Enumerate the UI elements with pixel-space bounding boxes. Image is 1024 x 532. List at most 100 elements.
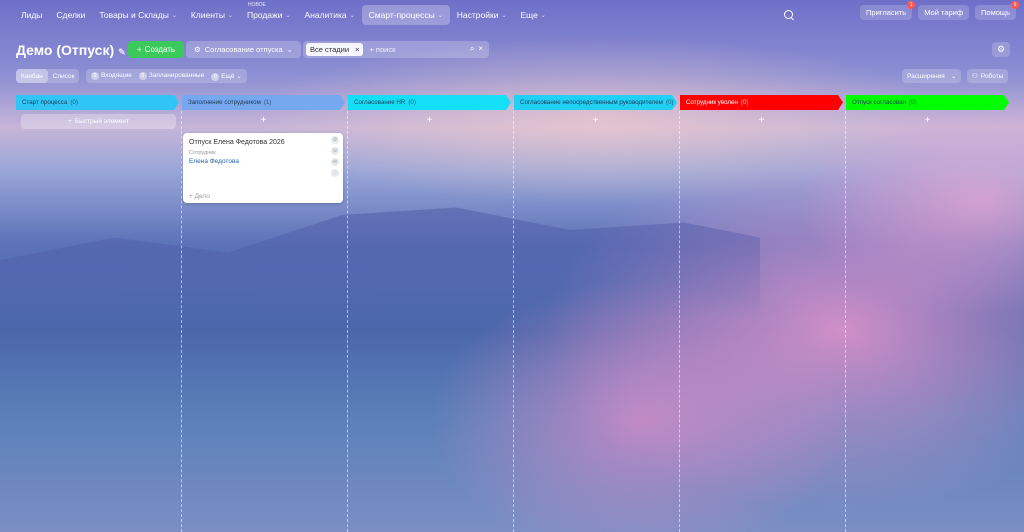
quick-add-label: Быстрый элемент	[74, 118, 129, 125]
add-activity-button[interactable]: + Дело	[189, 193, 210, 200]
column-header[interactable]: Заполнение сотрудником (1)	[182, 95, 345, 110]
column-count: (0)	[408, 99, 416, 106]
search-icon[interactable]	[784, 10, 793, 19]
more-label: Ещё	[221, 72, 235, 80]
kanban-column: Согласование HR (0) +	[348, 95, 514, 532]
extensions-button[interactable]: Расширения ⌄	[902, 69, 962, 83]
column-count: (0)	[740, 99, 749, 106]
column-title: Старт процесса	[22, 99, 68, 106]
create-label: Создать	[144, 45, 176, 54]
new-badge: НОВОЕ	[247, 2, 266, 8]
kanban-card[interactable]: Отпуск Елена Федотова 2026 Сотрудник Елена…	[183, 133, 343, 203]
view-switcher: Канбан Список	[16, 69, 80, 83]
counter-filters: 0 Входящие 0 Запланированные 0 Ещё ⌄	[86, 69, 247, 83]
kanban-column: Согласование непосредственным руководите…	[514, 95, 680, 532]
add-item-icon[interactable]: +	[182, 115, 345, 126]
incoming-label: Входящие	[101, 72, 132, 79]
kanban-column: Сотрудник уволен (0) +	[680, 95, 846, 532]
column-count: (0)	[909, 99, 917, 106]
robots-button[interactable]: ⚇ Роботы	[967, 69, 1009, 83]
extensions-label: Расширения	[907, 72, 945, 80]
add-item-icon[interactable]: +	[514, 115, 677, 126]
nav-item-label: Продажи	[246, 10, 283, 20]
add-item-icon[interactable]: +	[348, 115, 511, 126]
kanban-column: Отпуск согласован (0) +	[846, 95, 1012, 532]
nav-item-label: Настройки	[456, 10, 499, 20]
nav-item-2[interactable]: Товары и Склады ⌄	[92, 5, 183, 25]
column-count: (0)	[70, 99, 78, 106]
mail-icon[interactable]: ✉	[331, 158, 339, 166]
clear-icon[interactable]: ×	[478, 44, 483, 54]
nav-item-label: Смарт-процессы	[368, 10, 435, 20]
chevron-down-icon: ⌄	[950, 73, 957, 80]
filter-search-box[interactable]: Все стадии × + поиск ⌕ ×	[303, 41, 489, 58]
nav-item-label: Аналитика	[304, 10, 347, 20]
nav-item-8[interactable]: Еще ⌄	[514, 5, 553, 25]
add-item-icon[interactable]: +	[680, 115, 843, 126]
more-filter[interactable]: 0 Ещё ⌄	[211, 72, 242, 81]
planned-count: 0	[138, 72, 147, 80]
top-right-actions: Пригласить 1 Мой тариф Помощь 9	[860, 1, 1019, 20]
invite-button[interactable]: Пригласить 1	[860, 1, 916, 20]
chevron-down-icon: ⌄	[285, 12, 291, 19]
invite-label: Пригласить	[866, 8, 907, 17]
column-title: Согласование HR	[354, 99, 406, 106]
kanban-column: Заполнение сотрудником (1) + Отпуск Елена Ф…	[182, 95, 348, 532]
column-count: (1)	[263, 99, 272, 106]
invite-badge: 1	[907, 1, 916, 9]
column-header[interactable]: Сотрудник уволен (0)	[680, 95, 843, 110]
nav-item-0[interactable]: Лиды	[14, 5, 49, 25]
nav-item-7[interactable]: Настройки ⌄	[450, 5, 514, 25]
nav-item-5[interactable]: Аналитика ⌄	[298, 5, 362, 25]
nav-item-3[interactable]: Клиенты ⌄	[184, 5, 240, 25]
plus-icon: +	[137, 45, 142, 54]
kanban-board: Старт процесса (0) + Быстрый элемент Заполне…	[16, 95, 1010, 532]
page-title-text: Демо (Отпуск)	[16, 42, 115, 58]
nav-item-4[interactable]: Продажи НОВОЕ ⌄	[240, 2, 298, 25]
phone-icon[interactable]: ☏	[331, 147, 339, 155]
stage-filter-label: Все стадии	[310, 45, 350, 54]
close-icon[interactable]: ×	[355, 45, 359, 54]
search-icon[interactable]: ⌕	[470, 44, 474, 54]
incoming-filter[interactable]: 0 Входящие	[91, 72, 132, 80]
nav-item-label: Клиенты	[190, 10, 225, 20]
column-title: Отпуск согласован	[852, 99, 906, 106]
employee-link[interactable]: Елена Федотова	[189, 158, 239, 165]
nav-item-label: Лиды	[21, 10, 43, 20]
card-title[interactable]: Отпуск Елена Федотова 2026	[189, 139, 285, 146]
column-header[interactable]: Отпуск согласован (0)	[846, 95, 1009, 110]
pencil-icon[interactable]: ✎	[118, 47, 126, 57]
card-field-label: Сотрудник	[189, 150, 216, 156]
nav-item-1[interactable]: Сделки	[49, 5, 92, 25]
chevron-down-icon: ⌄	[171, 12, 177, 19]
chevron-down-icon: ⌄	[227, 12, 233, 19]
help-button[interactable]: Помощь 9	[975, 1, 1019, 20]
settings-icon[interactable]: ⚙	[331, 136, 339, 144]
column-title: Заполнение сотрудником	[188, 99, 261, 106]
planned-filter[interactable]: 0 Запланированные	[138, 72, 205, 80]
help-label: Помощь	[981, 8, 1010, 17]
tab-list[interactable]: Список	[48, 69, 80, 83]
chat-icon[interactable]: ◌	[331, 169, 339, 177]
planned-label: Запланированные	[148, 72, 205, 79]
column-header[interactable]: Согласование непосредственным руководите…	[514, 95, 677, 110]
create-button[interactable]: + Создать	[128, 41, 185, 58]
chevron-down-icon: ⌄	[349, 12, 355, 19]
column-header[interactable]: Старт процесса (0)	[16, 95, 179, 110]
chevron-down-icon: ⌄	[437, 12, 443, 19]
nav-item-6[interactable]: Смарт-процессы ⌄	[361, 5, 450, 25]
chevron-down-icon: ⌄	[236, 72, 242, 80]
robots-label: Роботы	[980, 72, 1004, 80]
search-input[interactable]: + поиск	[369, 45, 395, 54]
column-header[interactable]: Согласование HR (0)	[348, 95, 511, 110]
tab-kanban[interactable]: Канбан	[16, 69, 48, 83]
stage-filter-chip[interactable]: Все стадии ×	[306, 43, 364, 56]
tariff-button[interactable]: Мой тариф	[918, 5, 970, 20]
add-item-icon[interactable]: +	[846, 115, 1009, 126]
quick-add-button[interactable]: + Быстрый элемент	[21, 114, 176, 129]
nav-item-label: Сделки	[56, 10, 86, 20]
process-selector[interactable]: ⚙ Согласование отпуска ⌄	[186, 41, 301, 58]
card-actions: ⚙ ☏ ✉ ◌	[331, 136, 339, 177]
chevron-down-icon: ⌄	[501, 12, 507, 19]
gear-icon[interactable]: ⚙	[992, 42, 1010, 57]
